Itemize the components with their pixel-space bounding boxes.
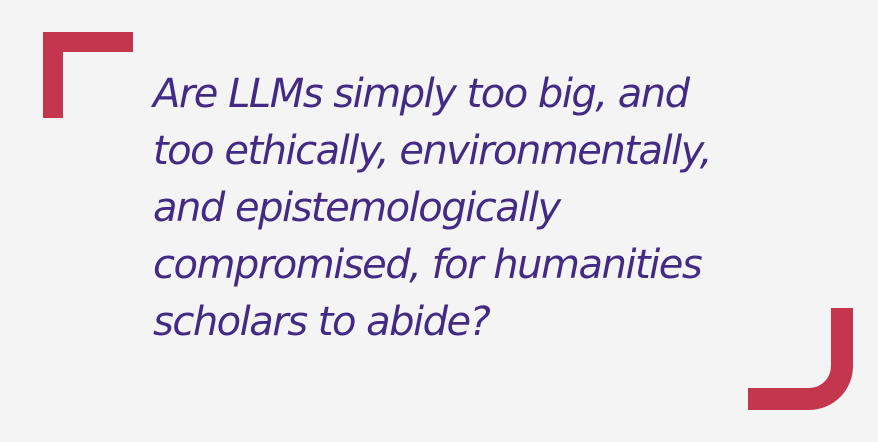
pull-quote-card: Are LLMs simply too big, and too ethical… (0, 0, 878, 442)
bottom-right-corner-bracket (748, 308, 853, 410)
top-left-corner-bracket (43, 32, 133, 118)
quote-line: compromised, for humanities (153, 242, 703, 288)
quote-line: scholars to abide? (153, 299, 491, 345)
quote-line: Are LLMs simply too big, and (153, 71, 690, 117)
pull-quote-text: Are LLMs simply too big, and too ethical… (153, 66, 793, 351)
quote-line: and epistemologically (153, 185, 561, 231)
quote-line: too ethically, environmentally, (153, 128, 712, 174)
